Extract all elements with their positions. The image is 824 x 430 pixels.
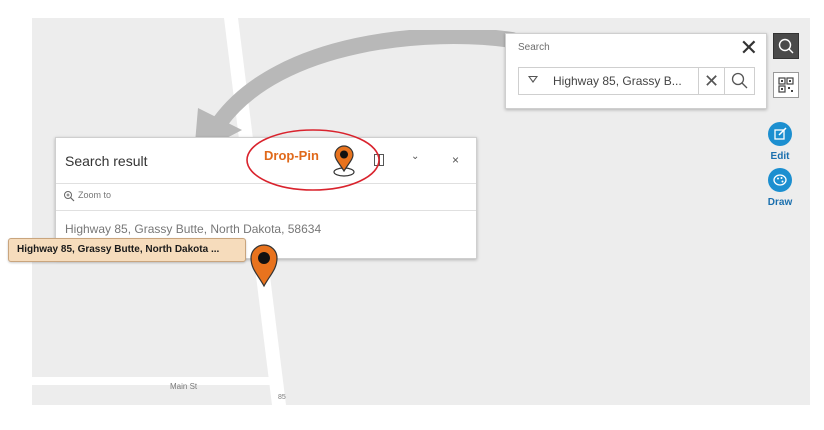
- road-label-main-st: Main St: [170, 382, 198, 391]
- drop-pin-label: Drop-Pin: [264, 148, 319, 163]
- qr-code-icon: [778, 77, 794, 93]
- panel-title: Search result: [65, 153, 148, 169]
- map-pin-icon[interactable]: [248, 242, 280, 288]
- close-icon[interactable]: ✕: [740, 37, 758, 59]
- edit-tool-label[interactable]: Edit: [760, 151, 800, 162]
- marker-popup-tag[interactable]: Highway 85, Grassy Butte, North Dakota .…: [8, 238, 246, 262]
- qr-code-button[interactable]: [773, 72, 799, 98]
- zoom-to-link[interactable]: Zoom to: [78, 190, 111, 200]
- marker-popup-text: Highway 85, Grassy Butte, North Dakota .…: [17, 244, 220, 255]
- edit-icon: [774, 127, 787, 140]
- zoom-in-icon[interactable]: [63, 190, 75, 202]
- caret-down-icon[interactable]: [528, 76, 538, 83]
- clear-icon[interactable]: ✕: [698, 67, 725, 95]
- chevron-down-icon[interactable]: ⌄: [411, 151, 419, 162]
- road-label-route: 85: [278, 394, 286, 401]
- edit-tool-button[interactable]: [768, 122, 792, 146]
- search-panel: Search ✕ Highway 85, Grassy B... ✕: [505, 33, 767, 109]
- draw-tool-label[interactable]: Draw: [760, 197, 800, 208]
- main-street-road: [32, 377, 277, 385]
- search-tool-button[interactable]: [773, 33, 799, 59]
- search-input[interactable]: Highway 85, Grassy B... ✕: [518, 67, 755, 95]
- search-panel-title: Search: [518, 42, 550, 53]
- divider: [56, 210, 476, 211]
- drop-pin-icon[interactable]: [330, 144, 358, 178]
- close-icon[interactable]: ×: [452, 153, 459, 167]
- palette-icon: [773, 174, 787, 186]
- search-icon: [778, 38, 794, 54]
- draw-tool-button[interactable]: [768, 168, 792, 192]
- result-address[interactable]: Highway 85, Grassy Butte, North Dakota, …: [65, 222, 321, 236]
- search-icon[interactable]: [729, 70, 751, 92]
- search-input-value[interactable]: Highway 85, Grassy B...: [553, 74, 699, 88]
